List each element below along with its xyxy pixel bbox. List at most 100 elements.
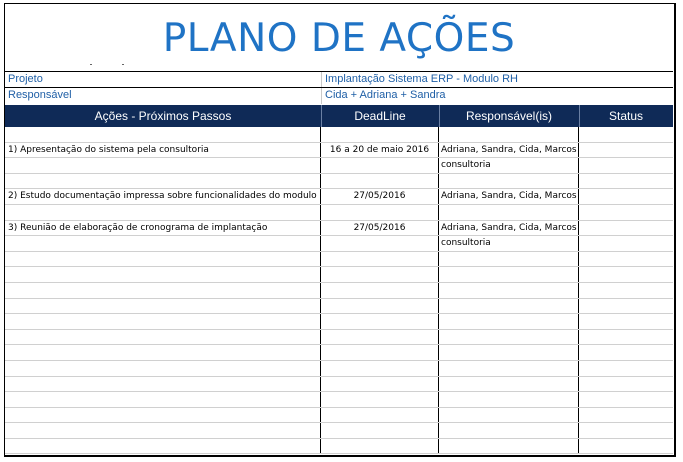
responsible-cell[interactable] [439, 127, 579, 142]
status-cell[interactable] [579, 361, 673, 376]
action-cell[interactable]: 1) Apresentação do sistema pela consulto… [5, 142, 321, 158]
action-cell[interactable] [5, 158, 321, 173]
status-cell[interactable] [579, 205, 673, 220]
status-cell[interactable] [579, 236, 673, 251]
deadline-cell[interactable] [321, 360, 439, 376]
action-cell[interactable] [5, 407, 321, 423]
deadline-cell[interactable] [321, 236, 439, 251]
responsible-value[interactable]: Cida + Adriana + Sandra [325, 89, 445, 101]
action-table: 1) Apresentação do sistema pela consulto… [5, 127, 673, 455]
action-cell[interactable] [5, 173, 321, 189]
status-cell[interactable] [579, 314, 673, 329]
responsible-cell[interactable] [439, 376, 579, 392]
responsible-cell[interactable] [439, 267, 579, 282]
status-cell[interactable] [579, 143, 673, 158]
responsible-cell[interactable] [439, 314, 579, 329]
responsible-cell[interactable] [439, 282, 579, 298]
table-row: consultoria [5, 236, 673, 252]
column-header-responsible[interactable]: Responsável(is) [439, 105, 580, 127]
action-cell[interactable]: 3) Reunião de elaboração de cronograma d… [5, 220, 321, 236]
status-cell[interactable] [579, 299, 673, 314]
deadline-cell[interactable] [321, 204, 439, 220]
deadline-cell[interactable] [321, 173, 439, 189]
status-cell[interactable] [579, 392, 673, 407]
status-cell[interactable] [579, 127, 673, 142]
responsible-cell[interactable] [439, 298, 579, 314]
action-cell[interactable] [5, 329, 321, 345]
responsible-cell[interactable] [439, 329, 579, 345]
action-cell[interactable] [5, 392, 321, 407]
deadline-cell[interactable]: 27/05/2016 [321, 189, 439, 204]
table-header: Ações - Próximos Passos DeadLine Respons… [5, 105, 673, 127]
responsible-cell[interactable] [439, 392, 579, 407]
table-row [5, 360, 673, 377]
status-cell[interactable] [579, 377, 673, 392]
responsible-cell[interactable] [439, 438, 579, 454]
deadline-cell[interactable] [321, 127, 439, 142]
action-cell[interactable] [5, 438, 321, 454]
status-cell[interactable] [579, 345, 673, 360]
deadline-cell[interactable] [321, 251, 439, 267]
deadline-cell[interactable] [321, 158, 439, 173]
status-cell[interactable] [579, 221, 673, 236]
status-cell[interactable] [579, 330, 673, 345]
project-value[interactable]: Implantação Sistema ERP - Modulo RH [325, 73, 518, 85]
responsible-cell[interactable]: Adriana, Sandra, Cida, Marcos [439, 220, 579, 236]
responsible-cell[interactable]: Adriana, Sandra, Cida, Marcos [439, 142, 579, 158]
responsible-cell[interactable]: Adriana, Sandra, Cida, Marcos [439, 189, 579, 204]
action-cell[interactable] [5, 360, 321, 376]
action-cell[interactable] [5, 267, 321, 282]
column-header-deadline[interactable]: DeadLine [321, 105, 440, 127]
deadline-cell[interactable]: 16 a 20 de maio 2016 [321, 142, 439, 158]
status-cell[interactable] [579, 408, 673, 423]
column-header-actions[interactable]: Ações - Próximos Passos [5, 105, 322, 127]
status-cell[interactable] [579, 423, 673, 438]
table-row [5, 438, 673, 455]
action-cell[interactable] [5, 314, 321, 329]
responsible-cell[interactable] [439, 407, 579, 423]
responsible-cell[interactable] [439, 204, 579, 220]
deadline-cell[interactable] [321, 298, 439, 314]
status-cell[interactable] [579, 174, 673, 189]
action-cell[interactable] [5, 127, 321, 142]
deadline-cell[interactable]: 27/05/2016 [321, 220, 439, 236]
responsible-cell[interactable] [439, 423, 579, 438]
table-row: 1) Apresentação do sistema pela consulto… [5, 142, 673, 159]
table-row [5, 392, 673, 408]
deadline-cell[interactable] [321, 438, 439, 454]
deadline-cell[interactable] [321, 407, 439, 423]
action-cell[interactable]: 2) Estudo documentação impressa sobre fu… [5, 189, 321, 204]
deadline-cell[interactable] [321, 345, 439, 360]
status-cell[interactable] [579, 189, 673, 204]
project-row: Projeto Implantação Sistema ERP - Modulo… [5, 71, 673, 88]
status-cell[interactable] [579, 267, 673, 282]
page-title: PLANO DE AÇÕES [162, 16, 516, 61]
action-cell[interactable] [5, 376, 321, 392]
action-cell[interactable] [5, 345, 321, 360]
status-cell[interactable] [579, 252, 673, 267]
action-cell[interactable] [5, 251, 321, 267]
deadline-cell[interactable] [321, 376, 439, 392]
action-cell[interactable] [5, 236, 321, 251]
table-row [5, 204, 673, 221]
responsible-cell[interactable] [439, 251, 579, 267]
responsible-cell[interactable]: consultoria [439, 236, 579, 251]
status-cell[interactable] [579, 283, 673, 298]
deadline-cell[interactable] [321, 392, 439, 407]
deadline-cell[interactable] [321, 314, 439, 329]
responsible-cell[interactable] [439, 360, 579, 376]
deadline-cell[interactable] [321, 267, 439, 282]
responsible-cell[interactable] [439, 345, 579, 360]
deadline-cell[interactable] [321, 282, 439, 298]
action-cell[interactable] [5, 298, 321, 314]
action-cell[interactable] [5, 204, 321, 220]
status-cell[interactable] [579, 158, 673, 173]
action-cell[interactable] [5, 423, 321, 438]
responsible-cell[interactable] [439, 173, 579, 189]
responsible-cell[interactable]: consultoria [439, 158, 579, 173]
status-cell[interactable] [579, 439, 673, 454]
action-cell[interactable] [5, 282, 321, 298]
column-header-status[interactable]: Status [579, 105, 673, 127]
deadline-cell[interactable] [321, 423, 439, 438]
deadline-cell[interactable] [321, 329, 439, 345]
